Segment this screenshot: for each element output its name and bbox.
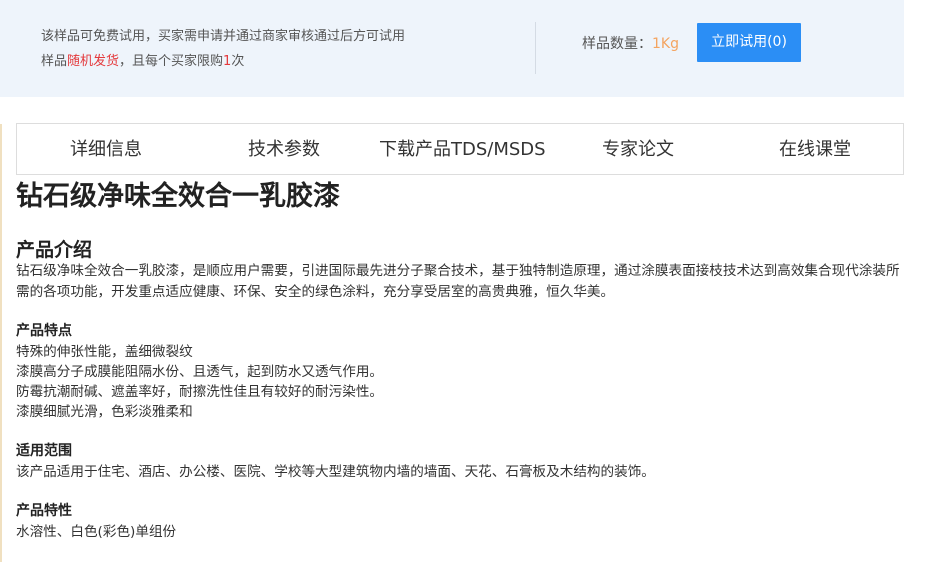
property-text: 水溶性、白色(彩色)单组份 <box>16 524 177 540</box>
intro-heading: 产品介绍 <box>16 239 93 261</box>
tab-details[interactable]: 详细信息 <box>70 124 142 174</box>
tab-expert-papers[interactable]: 专家论文 <box>602 124 674 174</box>
tab-tech-params[interactable]: 技术参数 <box>248 124 320 174</box>
feature-item: 漆膜细腻光滑，色彩淡雅柔和 <box>16 404 193 420</box>
feature-item: 特殊的伸张性能，盖细微裂纹 <box>16 344 193 360</box>
features-heading: 产品特点 <box>16 323 72 339</box>
scope-heading: 适用范围 <box>16 443 72 459</box>
tab-online-class[interactable]: 在线课堂 <box>779 124 851 174</box>
sample-quantity-value: 1Kg <box>652 36 679 52</box>
feature-item: 防霉抗潮耐碱、遮盖率好，耐擦洗性佳且有较好的耐污染性。 <box>16 384 384 400</box>
random-shipping-highlight: 随机发货 <box>67 54 120 69</box>
sample-notice-middle: ，且每个买家限购 <box>119 54 224 69</box>
scope-text: 该产品适用于住宅、酒店、办公楼、医院、学校等大型建筑物内墙的墙面、天花、石膏板及… <box>16 464 655 480</box>
tab-download-tds-msds[interactable]: 下载产品TDS/MSDS <box>379 124 546 174</box>
sample-divider <box>535 22 536 74</box>
sample-quantity-label: 样品数量： <box>582 36 652 52</box>
sample-notice-line2: 样品随机发货，且每个买家限购1次 <box>41 49 405 74</box>
feature-item: 漆膜高分子成膜能阻隔水份、且透气，起到防水又透气作用。 <box>16 364 384 380</box>
product-title: 钻石级净味全效合一乳胶漆 <box>16 181 340 212</box>
sample-notice-line1: 该样品可免费试用，买家需申请并通过商家审核通过后方可试用 <box>41 29 406 44</box>
intro-text: 钻石级净味全效合一乳胶漆，是顺应用户需要，引进国际最先进分子聚合技术，基于独特制… <box>16 263 900 300</box>
property-heading: 产品特性 <box>16 503 72 519</box>
sample-notice: 该样品可免费试用，买家需申请并通过商家审核通过后方可试用 样品随机发货，且每个买… <box>41 24 405 74</box>
sample-notice-suffix: 次 <box>231 54 245 69</box>
product-tabs: 详细信息 技术参数 下载产品TDS/MSDS 专家论文 在线课堂 <box>16 123 904 175</box>
sample-quantity: 样品数量：1Kg <box>582 34 679 54</box>
apply-trial-button[interactable]: 立即试用(0) <box>697 23 801 62</box>
left-accent-border <box>0 124 2 562</box>
sample-notice-prefix: 样品 <box>41 54 68 69</box>
sample-trial-box: 该样品可免费试用，买家需申请并通过商家审核通过后方可试用 样品随机发货，且每个买… <box>0 0 904 97</box>
